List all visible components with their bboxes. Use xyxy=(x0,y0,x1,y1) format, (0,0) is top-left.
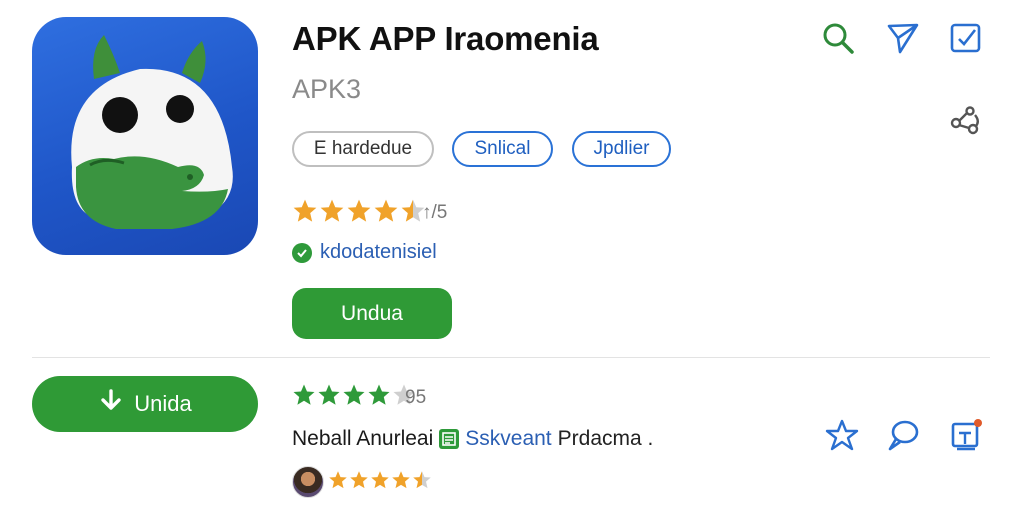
tag-chip[interactable]: Jpdlier xyxy=(572,131,671,167)
star-icon xyxy=(371,471,389,489)
star-icon xyxy=(413,471,431,489)
star-outline-icon[interactable] xyxy=(822,415,862,455)
update-button[interactable]: Unida xyxy=(32,376,258,432)
star-icon xyxy=(318,384,340,405)
verified-row: kdodatenisiel xyxy=(292,241,437,264)
app-mascot-icon xyxy=(71,35,233,229)
reviewer-text: Prdacma . xyxy=(557,427,654,450)
star-icon xyxy=(293,199,317,222)
share-icon[interactable] xyxy=(946,100,986,140)
send-icon[interactable] xyxy=(883,18,923,58)
avatar[interactable] xyxy=(292,466,324,498)
rating-text: ↑/5 xyxy=(422,202,448,223)
primary-action-button[interactable]: Undua xyxy=(292,288,452,339)
edit-icon[interactable] xyxy=(946,18,986,58)
reviewer-tag[interactable]: Sskveant xyxy=(465,427,551,451)
check-icon xyxy=(292,242,312,263)
star-icon xyxy=(374,199,398,222)
reviewer-line: Neball Anurleai Sskveant Prdacma . xyxy=(292,427,653,451)
star-icon xyxy=(347,199,371,222)
star-icon xyxy=(368,384,390,405)
tag-chip[interactable]: Snlical xyxy=(452,131,553,167)
star-icon xyxy=(392,471,410,489)
badge-icon xyxy=(439,429,460,449)
reviewer-stars xyxy=(328,470,432,490)
review-stars xyxy=(292,383,416,407)
search-icon[interactable] xyxy=(818,18,858,58)
verified-label: kdodatenisiel xyxy=(320,241,437,263)
primary-action-label: Undua xyxy=(341,301,403,325)
download-icon xyxy=(98,388,124,420)
star-icon xyxy=(343,384,365,405)
app-title: APK APP Iraomenia xyxy=(292,20,599,57)
star-icon xyxy=(350,471,368,489)
app-subtitle: APK3 xyxy=(292,74,362,104)
report-icon[interactable] xyxy=(946,415,986,455)
divider xyxy=(32,357,990,358)
reviewer-name: Neball Anurleai xyxy=(292,427,434,450)
rating-stars xyxy=(292,198,426,224)
star-icon xyxy=(293,384,315,405)
tag-chip[interactable]: E hardedue xyxy=(292,131,434,167)
update-label: Unida xyxy=(134,391,192,416)
comment-icon[interactable] xyxy=(883,415,923,455)
star-icon xyxy=(320,199,344,222)
review-count: 95 xyxy=(405,387,427,408)
star-icon xyxy=(329,471,347,489)
app-icon xyxy=(32,17,258,255)
